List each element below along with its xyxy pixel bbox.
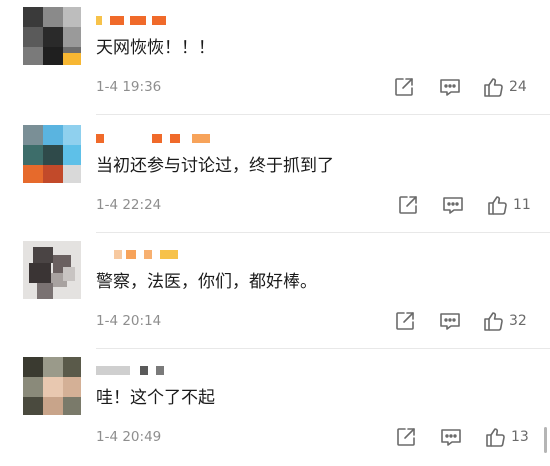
comment-text: 当初还参与讨论过，终于抓到了 (96, 156, 334, 176)
comment-timestamp: 1-4 20:49 (96, 429, 162, 445)
like-button[interactable]: 11 (486, 192, 531, 218)
divider (96, 232, 550, 233)
like-count: 32 (509, 313, 527, 329)
comment-item: 哇！这个了不起 1-4 20:49 13 (0, 350, 550, 466)
like-count: 11 (513, 197, 531, 213)
comment-icon (443, 197, 463, 214)
username-redacted[interactable] (96, 364, 186, 378)
like-button[interactable]: 32 (482, 308, 527, 334)
reply-button[interactable] (437, 74, 463, 100)
divider (96, 348, 550, 349)
share-icon (397, 428, 415, 446)
reply-button[interactable] (440, 192, 466, 218)
thumbs-up-icon (484, 312, 503, 331)
thumbs-up-icon (486, 428, 505, 447)
like-button[interactable]: 13 (484, 424, 529, 450)
comment-icon (440, 79, 460, 96)
share-icon (395, 78, 413, 96)
avatar[interactable] (23, 241, 81, 299)
share-icon (396, 312, 414, 330)
comment-icon (440, 313, 460, 330)
reply-button[interactable] (437, 308, 463, 334)
avatar[interactable] (23, 7, 81, 65)
comment-icon (441, 429, 461, 446)
share-button[interactable] (391, 74, 417, 100)
like-count: 24 (509, 79, 527, 95)
comment-text: 天网恢恢！！！ (96, 38, 215, 58)
reply-button[interactable] (438, 424, 464, 450)
share-icon (399, 196, 417, 214)
comment-item: 警察，法医，你们，都好棒。 1-4 20:14 32 (0, 234, 550, 350)
comment-timestamp: 1-4 19:36 (96, 79, 162, 95)
thumbs-up-icon (488, 196, 507, 215)
avatar[interactable] (23, 125, 81, 183)
share-button[interactable] (392, 308, 418, 334)
username-redacted[interactable] (96, 248, 186, 262)
avatar[interactable] (23, 357, 81, 415)
like-button[interactable]: 24 (482, 74, 527, 100)
username-redacted[interactable] (96, 132, 210, 146)
share-button[interactable] (395, 192, 421, 218)
comment-timestamp: 1-4 20:14 (96, 313, 162, 329)
like-count: 13 (511, 429, 529, 445)
scrollbar[interactable] (544, 427, 547, 453)
thumbs-up-icon (484, 78, 503, 97)
share-button[interactable] (393, 424, 419, 450)
comment-text: 哇！这个了不起 (96, 388, 215, 408)
comment-item: 当初还参与讨论过，终于抓到了 1-4 22:24 11 (0, 118, 550, 234)
divider (96, 114, 550, 115)
comment-text: 警察，法医，你们，都好棒。 (96, 272, 317, 292)
username-redacted[interactable] (96, 14, 186, 28)
comment-item: 天网恢恢！！！ 1-4 19:36 24 (0, 0, 550, 116)
comment-timestamp: 1-4 22:24 (96, 197, 162, 213)
